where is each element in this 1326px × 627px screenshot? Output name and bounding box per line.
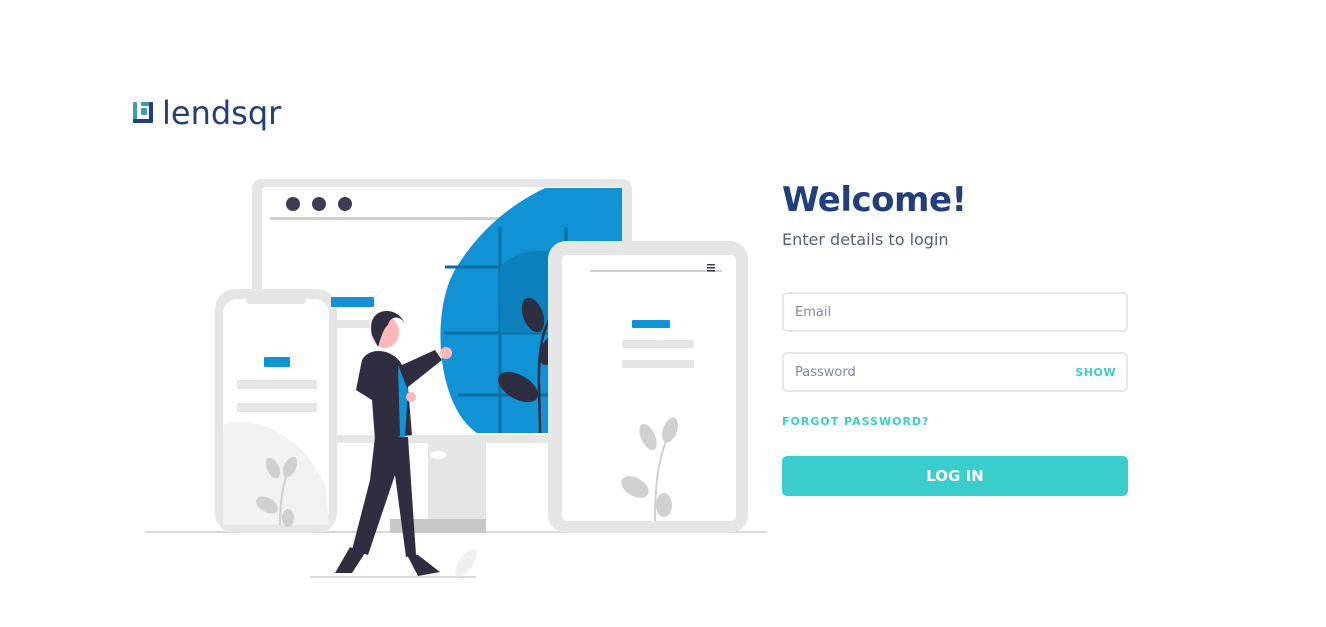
woman-with-devices-illustration xyxy=(145,179,767,578)
brand-name: lendsqr xyxy=(162,94,282,132)
password-field[interactable]: SHOW xyxy=(782,352,1128,392)
lendsqr-logo-icon xyxy=(133,102,153,123)
email-field[interactable] xyxy=(782,292,1128,332)
forgot-password-link[interactable]: FORGOT PASSWORD? xyxy=(782,415,929,428)
login-subtitle: Enter details to login xyxy=(782,230,949,249)
login-panel: Welcome! Enter details to login SHOW FOR… xyxy=(782,180,1128,496)
show-password-toggle[interactable]: SHOW xyxy=(1075,366,1116,379)
page-title: Welcome! xyxy=(782,180,967,220)
login-button[interactable]: LOG IN xyxy=(782,456,1128,496)
email-input[interactable] xyxy=(795,304,1116,320)
brand-logo: lendsqr xyxy=(132,96,281,130)
password-input[interactable] xyxy=(795,364,1076,380)
